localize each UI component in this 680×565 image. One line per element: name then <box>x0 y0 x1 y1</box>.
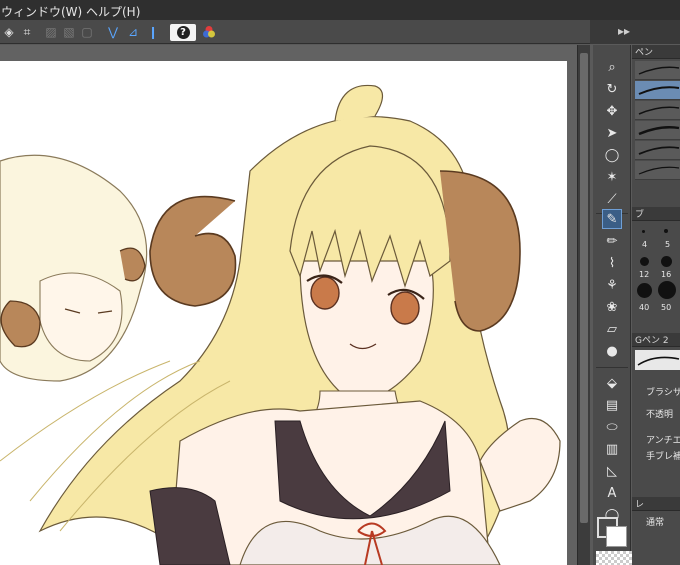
snap-special-ruler-icon[interactable]: ⊿ <box>124 23 142 41</box>
lasso-icon[interactable]: ◯ <box>602 145 622 165</box>
opacity-property[interactable]: 不透明 <box>646 407 673 420</box>
eraser-icon[interactable]: ▱ <box>602 319 622 339</box>
help-button[interactable]: ? <box>170 24 196 41</box>
brush-preset-selected[interactable] <box>635 81 680 100</box>
text-icon[interactable]: A <box>602 483 622 503</box>
brush-size-dot[interactable] <box>661 256 672 267</box>
color-dots-icon <box>203 26 215 38</box>
move-icon[interactable]: ✥ <box>602 101 622 121</box>
stabilization-property[interactable]: 手ブレ補 <box>646 449 680 462</box>
frame-icon[interactable]: ▥ <box>602 439 622 459</box>
brush-size-dot[interactable] <box>637 283 652 298</box>
pen-icon[interactable]: ✎ <box>602 209 622 229</box>
blend-icon[interactable]: ● <box>602 341 622 361</box>
dock-header: ▸▸ <box>590 20 680 44</box>
menu-bar: ウィンドウ(W) ヘルプ(H) <box>0 0 680 20</box>
drawing-canvas[interactable] <box>0 61 567 565</box>
snap-ruler-icon[interactable]: ⋁ <box>104 23 122 41</box>
brush-preset[interactable] <box>635 141 680 160</box>
magic-wand-icon[interactable]: ✶ <box>602 167 622 187</box>
ruler-icon[interactable]: ◺ <box>602 461 622 481</box>
zoom-icon[interactable]: ⌕ <box>602 57 622 77</box>
sub-tool-panel: ペン ブ 4 5 12 16 40 50 Gペン 2 ブラシサ 不透明 アンチエ… <box>632 45 680 565</box>
gradient-icon[interactable]: ▤ <box>602 395 622 415</box>
select-frame-icon[interactable]: ▢ <box>78 23 96 41</box>
brush-size-label: 40 <box>639 303 650 312</box>
pencil-icon[interactable]: ✏ <box>602 231 622 251</box>
crop-icon[interactable]: ▧ <box>60 23 78 41</box>
brush-preset[interactable] <box>635 121 680 140</box>
fill-bucket-icon[interactable]: ◈ <box>0 23 18 41</box>
command-bar: ◈ ⌗ ▨ ▧ ▢ ⋁ ⊿ ❙ <box>0 20 590 44</box>
airbrush-icon[interactable]: ⚘ <box>602 275 622 295</box>
brush-size-dot[interactable] <box>642 230 645 233</box>
brush-preset[interactable] <box>635 61 680 80</box>
artwork <box>0 84 561 565</box>
brush-icon[interactable]: ⌇ <box>602 253 622 273</box>
sub-color-swatch[interactable] <box>606 526 627 547</box>
canvas-area <box>0 45 577 565</box>
rotate-icon[interactable]: ↻ <box>602 79 622 99</box>
antialias-property[interactable]: アンチエイ <box>646 433 680 446</box>
select-arrow-icon[interactable]: ➤ <box>602 123 622 143</box>
brush-size-label: 5 <box>665 240 671 249</box>
tab-pen[interactable]: ペン <box>632 45 680 59</box>
brush-size-label: 50 <box>661 303 672 312</box>
tab-tool-property[interactable]: Gペン 2 <box>632 333 680 347</box>
brush-preset[interactable] <box>635 101 680 120</box>
tab-brush-size[interactable]: ブ <box>632 207 680 221</box>
clear-selection-icon[interactable]: ▨ <box>42 23 60 41</box>
scrollbar-thumb[interactable] <box>580 53 588 523</box>
stroke-preview <box>635 350 680 370</box>
fill-icon[interactable]: ⬙ <box>602 373 622 393</box>
eyedropper-icon[interactable]: ⟋ <box>602 189 622 209</box>
brush-size-label: 4 <box>642 240 648 249</box>
brush-size-dot[interactable] <box>658 281 676 299</box>
canvas-vertical-scrollbar[interactable] <box>577 45 590 565</box>
brush-preset[interactable] <box>635 161 680 180</box>
decoration-icon[interactable]: ❀ <box>602 297 622 317</box>
blend-mode-select[interactable]: 通常 <box>646 515 664 528</box>
dock-expand-icon[interactable]: ▸▸ <box>618 24 630 38</box>
color-wheel-icon[interactable] <box>200 23 218 41</box>
figure-icon[interactable]: ⬭ <box>602 417 622 437</box>
brush-size-label: 16 <box>661 270 672 279</box>
tool-divider <box>596 367 628 368</box>
brush-size-property[interactable]: ブラシサ <box>646 385 680 398</box>
transform-icon[interactable]: ⌗ <box>18 23 36 41</box>
brush-size-dot[interactable] <box>664 229 668 233</box>
tab-layer[interactable]: レ <box>632 497 680 511</box>
help-icon: ? <box>176 26 190 39</box>
tool-palette: ⌕ ↻ ✥ ➤ ◯ ✶ ⟋ ✎ ✏ ⌇ ⚘ ❀ ▱ ● ⬙ ▤ ⬭ ▥ ◺ A … <box>593 45 631 565</box>
brush-size-label: 12 <box>639 270 650 279</box>
snap-grid-icon[interactable]: ❙ <box>144 23 162 41</box>
transparent-color-swatch[interactable] <box>596 551 632 565</box>
menu-help[interactable]: ヘルプ(H) <box>86 3 140 20</box>
brush-size-dot[interactable] <box>640 257 649 266</box>
menu-window[interactable]: ウィンドウ(W) <box>1 3 82 20</box>
